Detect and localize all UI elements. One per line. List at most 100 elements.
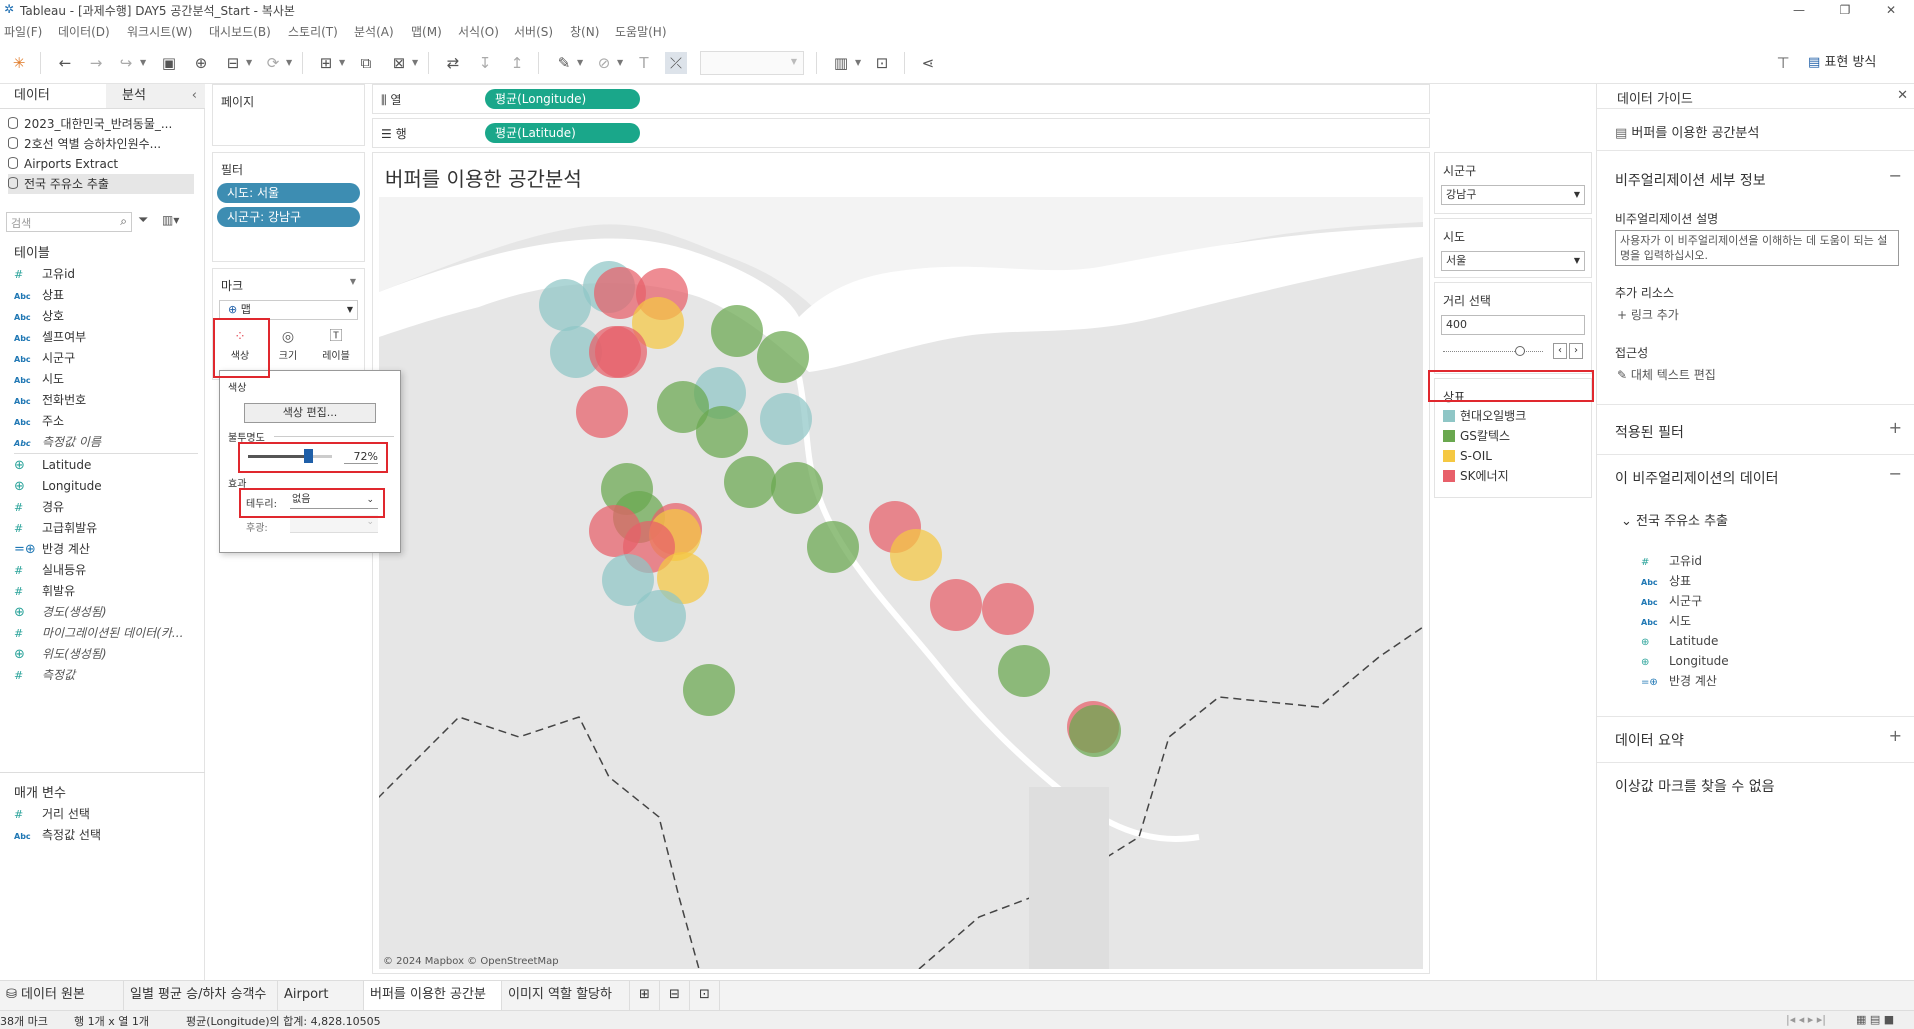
tab-data-source[interactable]: ⛁ 데이터 원본 [0,981,124,1011]
field-item[interactable]: Abc 셀프여부 [14,327,200,347]
rows-shelf[interactable]: ☰ 행 평균(Latitude) [372,118,1430,148]
fit-dropdown[interactable]: ▼ [700,51,804,75]
legend-item[interactable]: 현대오일뱅크 [1443,407,1526,425]
group-members-icon[interactable]: ⊘ [593,52,615,74]
sido-dropdown[interactable]: 서울 ▼ [1441,251,1585,271]
rows-pill-latitude[interactable]: 평균(Latitude) [485,123,640,143]
field-item[interactable]: =⊕ 반경 계산 [14,539,200,559]
new-worksheet-tab-icon[interactable]: ⊞ [630,981,660,1011]
slider-prev-icon[interactable]: ‹ [1553,343,1567,359]
distance-input[interactable]: 400 [1441,315,1585,335]
tab-analysis[interactable]: 분석 ‹ [106,84,205,108]
refresh-icon[interactable]: ⟳ [262,52,284,74]
edit-alt-text-button[interactable]: ✎ 대체 텍스트 편집 [1617,366,1716,383]
new-datasource-icon[interactable]: ⊕ [190,52,212,74]
menu-window[interactable]: 창(N) [570,23,599,40]
tab-sheet[interactable]: 이미지 역할 할당하기 [502,981,630,1029]
format-painter-icon[interactable]: ⊤ [1772,52,1794,74]
applied-filters-section[interactable]: 적용된 필터 [1615,422,1684,442]
buffer-circle-mark[interactable] [711,305,763,357]
pause-dropdown-icon[interactable]: ▼ [246,52,252,74]
buffer-circle-mark[interactable] [998,645,1050,697]
minimize-icon[interactable]: — [1776,0,1822,20]
mark-label-button[interactable]: 🅃 레이블 [317,327,355,369]
collapse-icon[interactable]: − [1889,464,1902,483]
field-item[interactable]: # 마이그레이션된 데이터(카... [14,623,200,643]
menu-file[interactable]: 파일(F) [4,23,42,40]
expand-icon[interactable]: + [1889,418,1902,437]
collapse-icon[interactable]: − [1889,166,1902,185]
group-dropdown-icon[interactable]: ▼ [617,52,623,74]
show-me-button[interactable]: ▤ 표현 방식 [1808,52,1876,74]
refresh-dropdown-icon[interactable]: ▼ [286,52,292,74]
show-mark-labels-icon[interactable]: T [633,52,655,74]
columns-pill-longitude[interactable]: 평균(Longitude) [485,89,640,109]
field-item[interactable]: # 고유id [14,264,200,284]
menu-data[interactable]: 데이터(D) [58,23,110,40]
field-item[interactable]: Abc 전화번호 [14,390,200,410]
tab-sheet[interactable]: 일별 평균 승/하차 승객수 [124,981,278,1011]
show-cards-icon[interactable]: ▥ [830,52,852,74]
buffer-circle-mark[interactable] [930,579,982,631]
tableau-home-icon[interactable]: ✳ [8,52,30,74]
legend-item[interactable]: SK에너지 [1443,467,1509,485]
swap-rows-columns-icon[interactable]: ⇄ [442,52,464,74]
buffer-circle-mark[interactable] [1069,705,1121,757]
field-item[interactable]: ⊕ Latitude [14,455,200,475]
share-icon[interactable]: ⋖ [917,52,939,74]
save-icon[interactable]: ▣ [158,52,180,74]
data-in-viz-section[interactable]: 이 비주얼리제이션의 데이터 [1615,468,1778,488]
field-item[interactable]: Abc 시군구 [14,348,200,368]
duplicate-sheet-icon[interactable]: ⧉ [355,52,377,74]
field-item[interactable]: ⊕ 경도(생성됨) [14,602,200,622]
viz-description-textarea[interactable]: 사용자가 이 비주얼리제이션을 이해하는 데 도움이 되는 설명을 입력하십시오… [1615,230,1899,266]
buffer-circle-mark[interactable] [696,406,748,458]
field-item[interactable]: # 측정값 [14,665,200,685]
new-worksheet-icon[interactable]: ⊞ [315,52,337,74]
buffer-circle-mark[interactable] [576,386,628,438]
field-item[interactable]: # 실내등유 [14,560,200,580]
distance-slider-track[interactable] [1443,351,1543,352]
edit-colors-button[interactable]: 색상 편집... [244,403,376,423]
datasource-item[interactable]: 2호선 역별 승하차인원수... [8,134,194,154]
pages-shelf[interactable]: 페이지 [212,84,365,146]
mark-type-dropdown[interactable]: ⊕ 맵 ▼ [219,300,358,320]
menu-dashboard[interactable]: 대시보드(B) [209,23,271,40]
buffer-circle-mark[interactable] [890,529,942,581]
highlight-dropdown-icon[interactable]: ▼ [577,52,583,74]
field-item[interactable]: Abc 측정값 이름 [14,432,200,452]
buffer-circle-mark[interactable] [757,331,809,383]
menu-format[interactable]: 서식(O) [458,23,499,40]
sort-ascending-icon[interactable]: ↧ [474,52,496,74]
undo-icon[interactable]: ← [54,52,76,74]
replay-dropdown-icon[interactable]: ▼ [140,52,146,74]
guide-datasource[interactable]: ⌄ 전국 주유소 추출 [1621,510,1728,529]
data-summary-section[interactable]: 데이터 요약 [1615,730,1684,750]
nav-arrows-icon[interactable]: |◂ ◂ ▸ ▸| [1786,1013,1826,1026]
tab-sheet[interactable]: Airport Map [278,981,364,1029]
datasource-item-selected[interactable]: 전국 주유소 추출 [8,174,194,194]
filter-pill-sido[interactable]: 시도: 서울 [217,183,360,203]
field-item[interactable]: # 경유 [14,497,200,517]
menu-map[interactable]: 맵(M) [411,23,442,40]
filter-pill-sigungu[interactable]: 시군구: 강남구 [217,207,360,227]
map-canvas[interactable]: © 2024 Mapbox © OpenStreetMap [379,197,1423,969]
mark-size-button[interactable]: ◎ 크기 [269,327,307,369]
field-item[interactable]: # 고급휘발유 [14,518,200,538]
sort-descending-icon[interactable]: ↥ [506,52,528,74]
menu-analysis[interactable]: 분석(A) [354,23,394,40]
menu-server[interactable]: 서버(S) [514,23,553,40]
field-item[interactable]: Abc 주소 [14,411,200,431]
close-window-icon[interactable]: ✕ [1868,0,1914,20]
close-icon[interactable]: ✕ [1897,88,1908,103]
add-link-button[interactable]: + 링크 추가 [1617,306,1679,323]
tab-sheet-active[interactable]: 버퍼를 이용한 공간분석 [364,981,502,1029]
filters-shelf[interactable]: 필터 시도: 서울 시군구: 강남구 [212,152,365,262]
menu-story[interactable]: 스토리(T) [288,23,338,40]
new-dashboard-tab-icon[interactable]: ⊟ [660,981,690,1011]
buffer-circle-mark[interactable] [982,583,1034,635]
columns-shelf[interactable]: ⫼ 열 평균(Longitude) [372,84,1430,114]
buffer-circle-mark[interactable] [807,521,859,573]
search-input[interactable]: 검색 ⌕ [6,212,132,232]
replay-icon[interactable]: ↪ [115,52,137,74]
